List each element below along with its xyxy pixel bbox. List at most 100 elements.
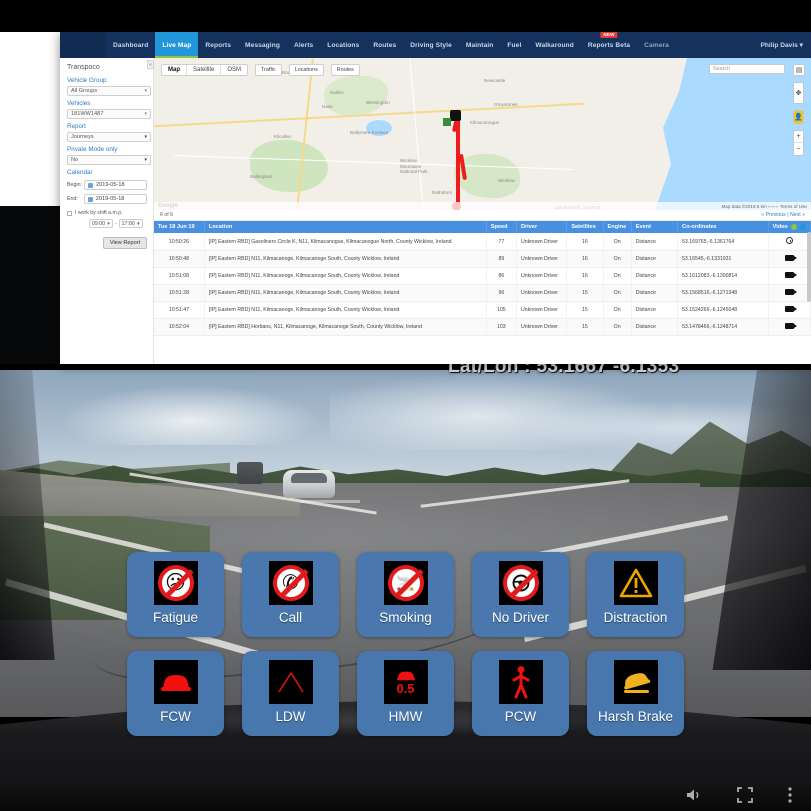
route-flag-marker[interactable]	[443, 118, 451, 126]
map-chip-traffic[interactable]: Traffic	[255, 64, 282, 76]
chevron-down-icon: ▾	[107, 221, 110, 227]
nav-item-maintain[interactable]: Maintain	[459, 32, 501, 58]
menu-icon[interactable]	[787, 786, 793, 804]
cloud	[60, 385, 320, 445]
export-blue-icon[interactable]	[800, 224, 806, 230]
live-map[interactable]: Boolavogue Sallins Naas Blessington Newc…	[154, 58, 811, 210]
time-from-select[interactable]: 09:00 ▾	[89, 219, 113, 228]
cell-video[interactable]	[768, 319, 810, 336]
street-view-pegman-icon[interactable]: 👤	[793, 110, 804, 124]
cell-video[interactable]	[768, 302, 810, 319]
th-video[interactable]: Video	[768, 221, 810, 233]
th-location[interactable]: Location	[204, 221, 486, 233]
map-pan-control[interactable]: ✥	[793, 82, 804, 104]
time-to-select[interactable]: 17:00 ▾	[119, 219, 143, 228]
event-button-harsh-brake[interactable]: Harsh Brake	[587, 651, 684, 736]
cell-event: Distance	[631, 319, 677, 336]
event-label: Harsh Brake	[598, 709, 673, 724]
cell-video[interactable]	[768, 251, 810, 268]
map-type-osm[interactable]: OSM	[221, 65, 247, 75]
th-event[interactable]: Event	[631, 221, 677, 233]
nav-item-live-map[interactable]: Live Map	[155, 32, 198, 58]
th-driver[interactable]: Driver	[516, 221, 566, 233]
private-mode-select[interactable]: No ▾	[67, 155, 151, 165]
cell-speed: 86	[486, 268, 516, 285]
cell-video[interactable]	[768, 233, 810, 251]
map-zoom-control[interactable]: + −	[793, 130, 804, 156]
event-button-ldw[interactable]: LDW	[242, 651, 339, 736]
map-type-satellite[interactable]: Satellite	[187, 65, 220, 75]
nav-item-locations[interactable]: Locations	[320, 32, 366, 58]
event-button-no-driver[interactable]: No Driver	[472, 552, 569, 637]
map-and-table-column: Boolavogue Sallins Naas Blessington Newc…	[154, 58, 811, 364]
table-row[interactable]: 10:51:08 [IP] Eastern RBD] N11, Kilmacan…	[154, 268, 811, 285]
table-row[interactable]: 10:50:26 [IP] Eastern RBD] Gasoliners Ci…	[154, 233, 811, 251]
nav-item-dashboard[interactable]: Dashboard	[106, 32, 155, 58]
report-select[interactable]: Journeys ▾	[67, 132, 151, 142]
table-scrollbar[interactable]	[807, 232, 811, 302]
begin-date-input[interactable]: 2019-05-18	[84, 180, 147, 190]
zoom-in-button[interactable]: +	[794, 131, 803, 143]
event-button-call[interactable]: ✆ Call	[242, 552, 339, 637]
cell-engine: On	[603, 302, 631, 319]
nav-item-walkaround[interactable]: Walkaround	[528, 32, 581, 58]
zoom-out-button[interactable]: −	[794, 143, 803, 155]
event-button-distraction[interactable]: Distraction	[587, 552, 684, 637]
table-body: 10:50:26 [IP] Eastern RBD] Gasoliners Ci…	[154, 233, 811, 336]
nav-item-reports[interactable]: Reports	[198, 32, 238, 58]
user-menu[interactable]: Philip Davis ▾	[760, 32, 811, 58]
table-pagination[interactable]: « Previous | Next »	[761, 212, 805, 218]
table-meta-bar: 6 of 6 « Previous | Next »	[154, 210, 811, 221]
export-green-icon[interactable]	[791, 224, 797, 230]
event-label: No Driver	[492, 610, 549, 625]
th-engine[interactable]: Engine	[603, 221, 631, 233]
nav-item-routes[interactable]: Routes	[366, 32, 403, 58]
nav-item-messaging[interactable]: Messaging	[238, 32, 287, 58]
cell-video[interactable]	[768, 285, 810, 302]
fullscreen-icon[interactable]	[737, 787, 753, 803]
nav-item-driving-style[interactable]: Driving Style	[403, 32, 459, 58]
map-chip-routes[interactable]: Routes	[331, 64, 360, 76]
map-layers-button[interactable]: ▤	[793, 64, 805, 76]
shift-checkbox-row[interactable]: I work by shift a.m.p.	[67, 210, 147, 216]
nav-item-reports-beta[interactable]: NEW Reports Beta	[581, 32, 637, 58]
route-start-marker[interactable]	[450, 110, 461, 121]
video-player-controls[interactable]	[0, 783, 811, 811]
map-chip-locations[interactable]: Locations	[289, 64, 324, 76]
th-coordinates[interactable]: Co-ordinates	[678, 221, 769, 233]
cell-event: Distance	[631, 251, 677, 268]
vehicle-group-value: All Groups	[71, 88, 97, 94]
event-label: FCW	[160, 709, 191, 724]
cell-video[interactable]	[768, 268, 810, 285]
event-button-pcw[interactable]: PCW	[472, 651, 569, 736]
event-button-fatigue[interactable]: ☹ Fatigue	[127, 552, 224, 637]
sidebar-collapse-button[interactable]: «	[147, 60, 154, 69]
table-row[interactable]: 10:50:48 [IP] Eastern RBD] N11, Kilmacan…	[154, 251, 811, 268]
map-search-input[interactable]: Search	[709, 64, 785, 74]
th-speed[interactable]: Speed	[486, 221, 516, 233]
nav-label: Fuel	[507, 42, 521, 49]
map-type-map[interactable]: Map	[162, 65, 186, 75]
table-row[interactable]: 10:51:28 [IP] Eastern RBD] N11, Kilmacan…	[154, 285, 811, 302]
nav-item-camera[interactable]: Camera	[637, 32, 676, 58]
table-row[interactable]: 10:52:04 [IP] Eastern RBD] Horbans, N11,…	[154, 319, 811, 336]
th-satellites[interactable]: Satellites	[567, 221, 603, 233]
nav-item-alerts[interactable]: Alerts	[287, 32, 320, 58]
event-button-smoking[interactable]: 🚬 Smoking	[357, 552, 454, 637]
event-button-fcw[interactable]: FCW	[127, 651, 224, 736]
shift-checkbox[interactable]	[67, 211, 72, 216]
th-datetime[interactable]: Tue 18 Jun 19	[154, 221, 204, 233]
cell-engine: On	[603, 233, 631, 251]
page-margin-black	[0, 206, 60, 364]
vehicles-select[interactable]: 181WW1487 ▾	[67, 109, 151, 119]
nav-item-fuel[interactable]: Fuel	[500, 32, 528, 58]
view-report-button[interactable]: View Report	[103, 237, 147, 249]
vehicle-group-select[interactable]: All Groups ▾	[67, 86, 151, 96]
table-row[interactable]: 10:51:47 [IP] Eastern RBD] N11, Kilmacan…	[154, 302, 811, 319]
volume-icon[interactable]	[685, 787, 703, 803]
event-button-hmw[interactable]: 0.5 HMW	[357, 651, 454, 736]
nav-label: Camera	[644, 42, 669, 49]
journey-table: Tue 18 Jun 19 Location Speed Driver Sate…	[154, 221, 811, 336]
end-date-input[interactable]: 2019-05-18	[84, 194, 147, 204]
map-place-label: Naas	[322, 104, 333, 109]
